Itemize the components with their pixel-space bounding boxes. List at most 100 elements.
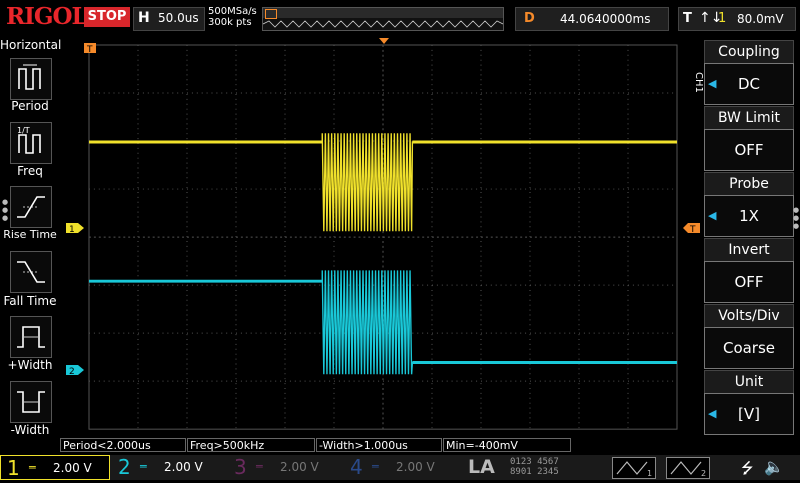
ch1-scale: 2.00 V	[53, 461, 92, 475]
ch4-number: 4	[350, 455, 363, 479]
coupling-title: Coupling	[704, 40, 794, 64]
menu-title: Horizontal	[0, 38, 62, 52]
negative-width-icon	[17, 391, 45, 413]
ch3-scale-cell[interactable]: 3 ═ 2.00 V	[228, 455, 342, 480]
timebase-box[interactable]: H 50.0us	[133, 7, 205, 31]
menu-page-dots: ● ● ●	[2, 198, 9, 222]
trigger-level-marker-text: T	[689, 225, 696, 235]
freq-label: Freq	[17, 164, 43, 178]
ch2-marker-text: 2	[69, 367, 75, 377]
speaker-mute-icon[interactable]: 🔈	[764, 457, 784, 476]
invert-button[interactable]: OFF	[704, 261, 794, 303]
trigger-position-marker	[379, 38, 389, 44]
measurement-negative-width[interactable]: -Width>1.000us	[316, 438, 442, 452]
delay-box[interactable]: D 44.0640000ms	[515, 7, 669, 31]
waveform-trace	[88, 133, 677, 232]
probe-value: 1X	[739, 207, 759, 225]
measurement-freq[interactable]: Freq>500kHz	[187, 438, 315, 452]
timebase-label: H	[138, 10, 150, 26]
rise-time-label: Rise Time	[3, 228, 57, 241]
delay-value: 44.0640000ms	[560, 12, 651, 26]
memory-depth: 300k pts	[208, 17, 252, 28]
period-icon	[18, 64, 41, 90]
trigger-box[interactable]: T ↑↓ 1 80.0mV	[678, 7, 796, 31]
la-row-2: 8901 2345	[510, 467, 559, 477]
trigger-level: 80.0mV	[737, 12, 784, 26]
ch2-offset-marker	[66, 365, 84, 375]
coupling-arrow-icon: ◀	[708, 77, 717, 90]
ch1-coupling-icon: ═	[29, 461, 36, 474]
decoder2-wave-icon: 2	[670, 461, 706, 478]
rise-time-icon	[17, 196, 45, 218]
trigger-source: 1	[718, 11, 727, 26]
top-bar: RIGOL STOP H 50.0us 500MSa/s 300k pts D …	[0, 0, 800, 38]
positive-width-button[interactable]	[10, 316, 52, 358]
probe-title: Probe	[704, 172, 794, 196]
la-row-1: 0123 4567	[510, 457, 559, 467]
probe-button[interactable]: 1X	[704, 195, 794, 237]
negative-width-button[interactable]	[10, 381, 52, 423]
ch1-marker-text: 1	[69, 225, 75, 235]
memory-overview[interactable]	[262, 7, 504, 31]
bw-limit-button[interactable]: OFF	[704, 129, 794, 171]
svg-text:1/T: 1/T	[17, 126, 30, 135]
trigger-level-marker	[683, 223, 700, 233]
bw-limit-title: BW Limit	[704, 106, 794, 130]
volts-div-button[interactable]: Coarse	[704, 327, 794, 369]
probe-arrow-icon: ◀	[708, 209, 717, 222]
trigger-label: T	[683, 11, 692, 26]
unit-button[interactable]: [V]	[704, 393, 794, 435]
ch1-scale-cell[interactable]: 1 ═ 2.00 V	[0, 455, 110, 480]
svg-text:1: 1	[647, 469, 652, 478]
ch2-number: 2	[118, 455, 131, 479]
run-stop-status[interactable]: STOP	[84, 7, 130, 27]
menu-page-dots-right: ● ● ●	[793, 206, 800, 230]
volts-div-title: Volts/Div	[704, 304, 794, 328]
coupling-button[interactable]: DC	[704, 63, 794, 105]
ch2-scale-cell[interactable]: 2 ═ 2.00 V	[112, 455, 226, 480]
ch4-scale-cell[interactable]: 4 ═ 2.00 V	[344, 455, 458, 480]
positive-width-icon	[17, 326, 45, 348]
ch4-scale: 2.00 V	[396, 460, 435, 474]
memory-window-indicator	[265, 9, 277, 19]
decoder2-button[interactable]: 2	[666, 457, 710, 479]
svg-text:2: 2	[701, 469, 706, 478]
rise-time-button[interactable]	[10, 186, 52, 228]
channel-tab: CH1	[693, 71, 704, 93]
positive-width-label: +Width	[7, 358, 53, 372]
ch1-offset-marker	[66, 223, 84, 233]
unit-arrow-icon: ◀	[708, 407, 717, 420]
decoder1-wave-icon: 1	[616, 461, 652, 478]
freq-button[interactable]: 1/T	[10, 122, 52, 164]
fall-time-label: Fall Time	[3, 294, 57, 308]
ch2-coupling-icon: ═	[140, 460, 147, 473]
ch4-coupling-icon: ═	[372, 460, 379, 473]
negative-width-label: -Width	[10, 423, 50, 437]
delay-label: D	[524, 11, 535, 26]
rigol-logo: RIGOL	[6, 3, 88, 30]
measurement-min[interactable]: Min=-400mV	[443, 438, 571, 452]
coupling-value: DC	[737, 75, 761, 93]
fall-time-button[interactable]	[10, 251, 52, 293]
unit-title: Unit	[704, 370, 794, 394]
memory-waveform-preview	[263, 20, 503, 28]
decoder1-button[interactable]: 1	[612, 457, 656, 479]
ch2-scale: 2.00 V	[164, 460, 203, 474]
memory-window-track	[263, 8, 503, 19]
bw-limit-value: OFF	[734, 141, 764, 159]
ch3-scale: 2.00 V	[280, 460, 319, 474]
period-button[interactable]	[10, 58, 52, 100]
fall-time-icon	[17, 261, 45, 283]
horizontal-measure-menu: Horizontal Period 1/T Freq Rise Time ● ● ●…	[0, 38, 62, 438]
usb-icon: ⭍	[741, 459, 754, 477]
waveform-display[interactable]	[83, 44, 683, 437]
measurement-bar: Period<2.000us Freq>500kHz -Width>1.000u…	[60, 438, 680, 453]
logic-analyzer-channels: 0123 4567 8901 2345	[510, 457, 559, 477]
logic-analyzer-label[interactable]: LA	[468, 455, 495, 480]
measurement-period[interactable]: Period<2.000us	[60, 438, 186, 452]
timebase-value: 50.0us	[158, 11, 199, 25]
channel-bar: 1 ═ 2.00 V 2 ═ 2.00 V 3 ═ 2.00 V 4 ═ 2.0…	[0, 455, 800, 480]
ch3-coupling-icon: ═	[256, 460, 263, 473]
sample-rate: 500MSa/s	[208, 6, 257, 17]
ch3-number: 3	[234, 455, 247, 479]
